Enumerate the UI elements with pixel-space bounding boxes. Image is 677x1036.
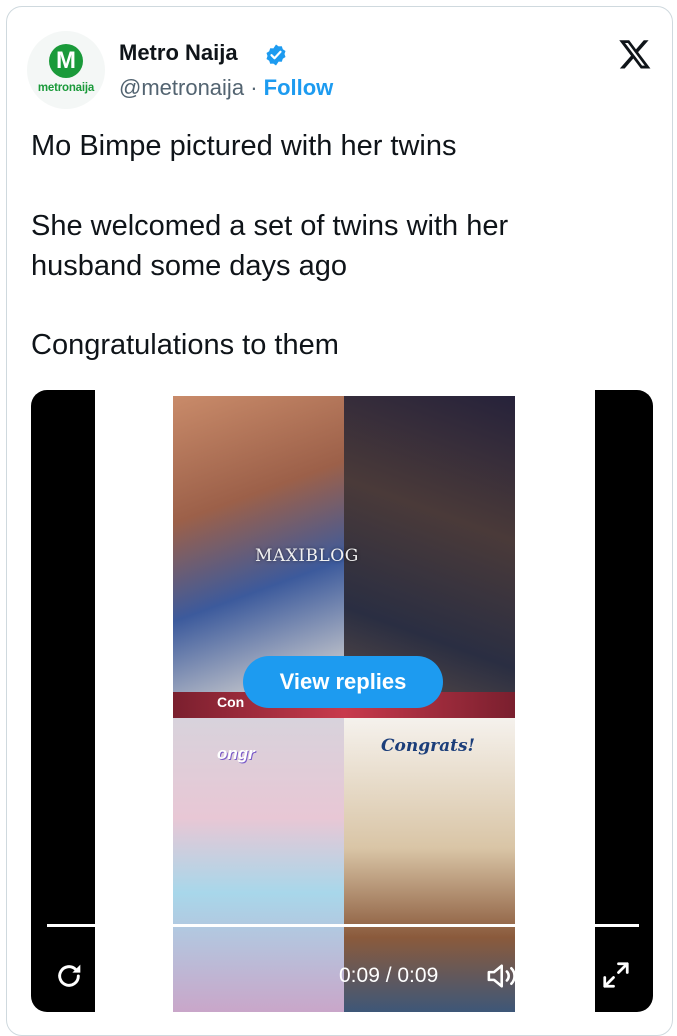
x-logo-icon[interactable] (541, 960, 573, 990)
view-replies-button[interactable]: View replies (243, 656, 443, 708)
avatar-letter: M (49, 44, 83, 78)
tweet-text-line-2: She welcomed a set of twins with her (31, 210, 509, 242)
time-display: 0:09 / 0:09 (339, 964, 439, 987)
handle-row: @metronaija · Follow (119, 75, 333, 101)
replay-icon[interactable] (53, 960, 85, 992)
collage-photo-top-right (344, 396, 515, 698)
verified-badge-icon (266, 44, 286, 66)
tweet-text-line-1: Mo Bimpe pictured with her twins (31, 130, 457, 162)
avatar-wordmark: metronaija (37, 82, 95, 94)
tweet-card: M metronaija Metro Naija @metronaija · F… (6, 6, 673, 1036)
volume-icon[interactable] (485, 960, 521, 992)
progress-bar[interactable] (47, 924, 639, 927)
separator-dot: · (250, 75, 258, 100)
tweet-text-line-4: Congratulations to them (31, 329, 339, 361)
tweet-text-line-3: husband some days ago (31, 250, 347, 282)
video-player[interactable]: Con MAXIBLOG ongr Congrats! View replies… (31, 390, 653, 1012)
video-controls: 0:09 / 0:09 (31, 950, 653, 1000)
banner-text: Con (217, 694, 245, 710)
collage-tag-right: Congrats! (381, 736, 475, 756)
fullscreen-icon[interactable] (601, 960, 631, 990)
follow-button[interactable]: Follow (264, 75, 334, 100)
author-handle[interactable]: @metronaija (119, 75, 244, 100)
watermark: MAXIBLOG (255, 546, 359, 566)
avatar[interactable]: M metronaija (27, 31, 105, 109)
x-logo-icon[interactable] (617, 37, 653, 71)
progress-fill (47, 924, 639, 927)
author-name[interactable]: Metro Naija (119, 40, 238, 66)
collage-tag-left: ongr (217, 744, 255, 763)
